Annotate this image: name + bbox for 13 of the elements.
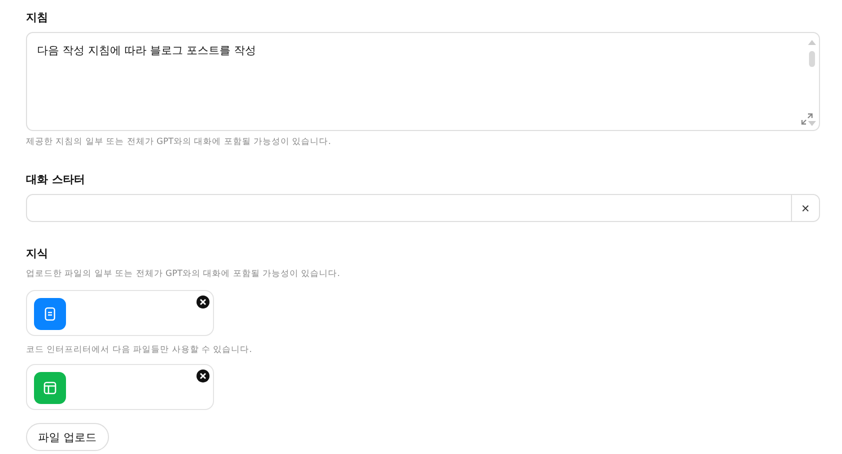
hint-text: 업로드한 파일의 일부 또는 전체가 GPT와의 대화에 포함될 가능성이 있습니다. <box>26 268 341 280</box>
note-text: 코드 인터프리터에서 다음 파일들만 사용할 수 있습니다. <box>26 344 253 356</box>
field-label: 대화 스타터 <box>26 172 86 187</box>
remove-icon[interactable] <box>196 295 210 309</box>
instructions-field[interactable]: 다음 작성 지침에 따라 블로그 포스트를 작성 <box>26 32 820 131</box>
field-label: 지식 <box>26 246 49 261</box>
hint-text: 제공한 지침의 일부 또는 전체가 GPT와의 대화에 포함될 가능성이 있습니다. <box>26 136 332 148</box>
upload-button[interactable]: 파일 업로드 <box>26 423 108 451</box>
field-label: 지침 <box>26 10 49 25</box>
starter-input-field[interactable] <box>26 194 791 222</box>
clear-button[interactable]: × <box>791 194 820 222</box>
expand-icon[interactable] <box>801 113 813 125</box>
remove-icon[interactable] <box>196 369 210 383</box>
